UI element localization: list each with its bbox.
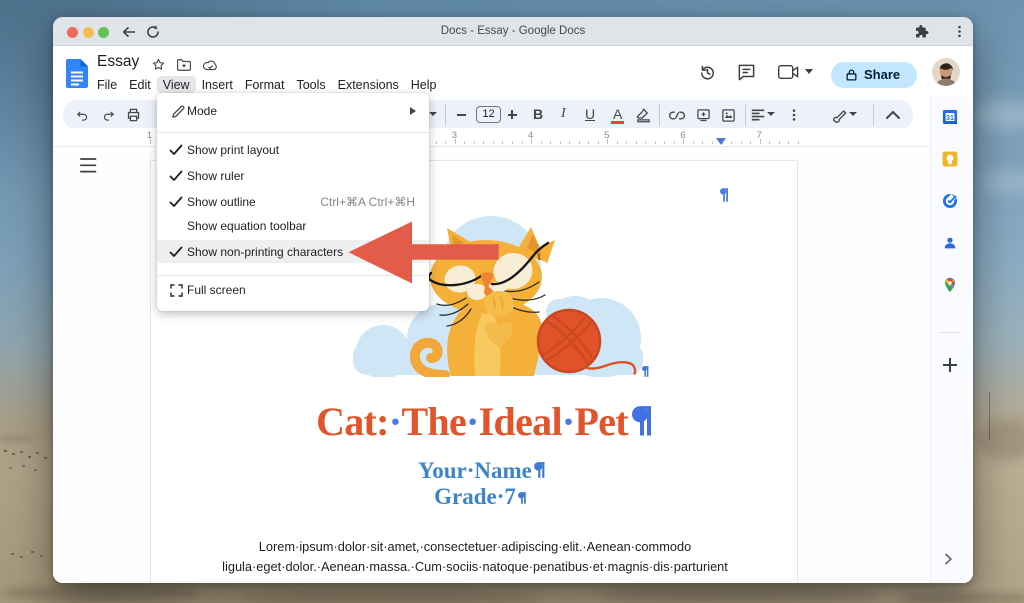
- svg-text:31: 31: [946, 115, 954, 122]
